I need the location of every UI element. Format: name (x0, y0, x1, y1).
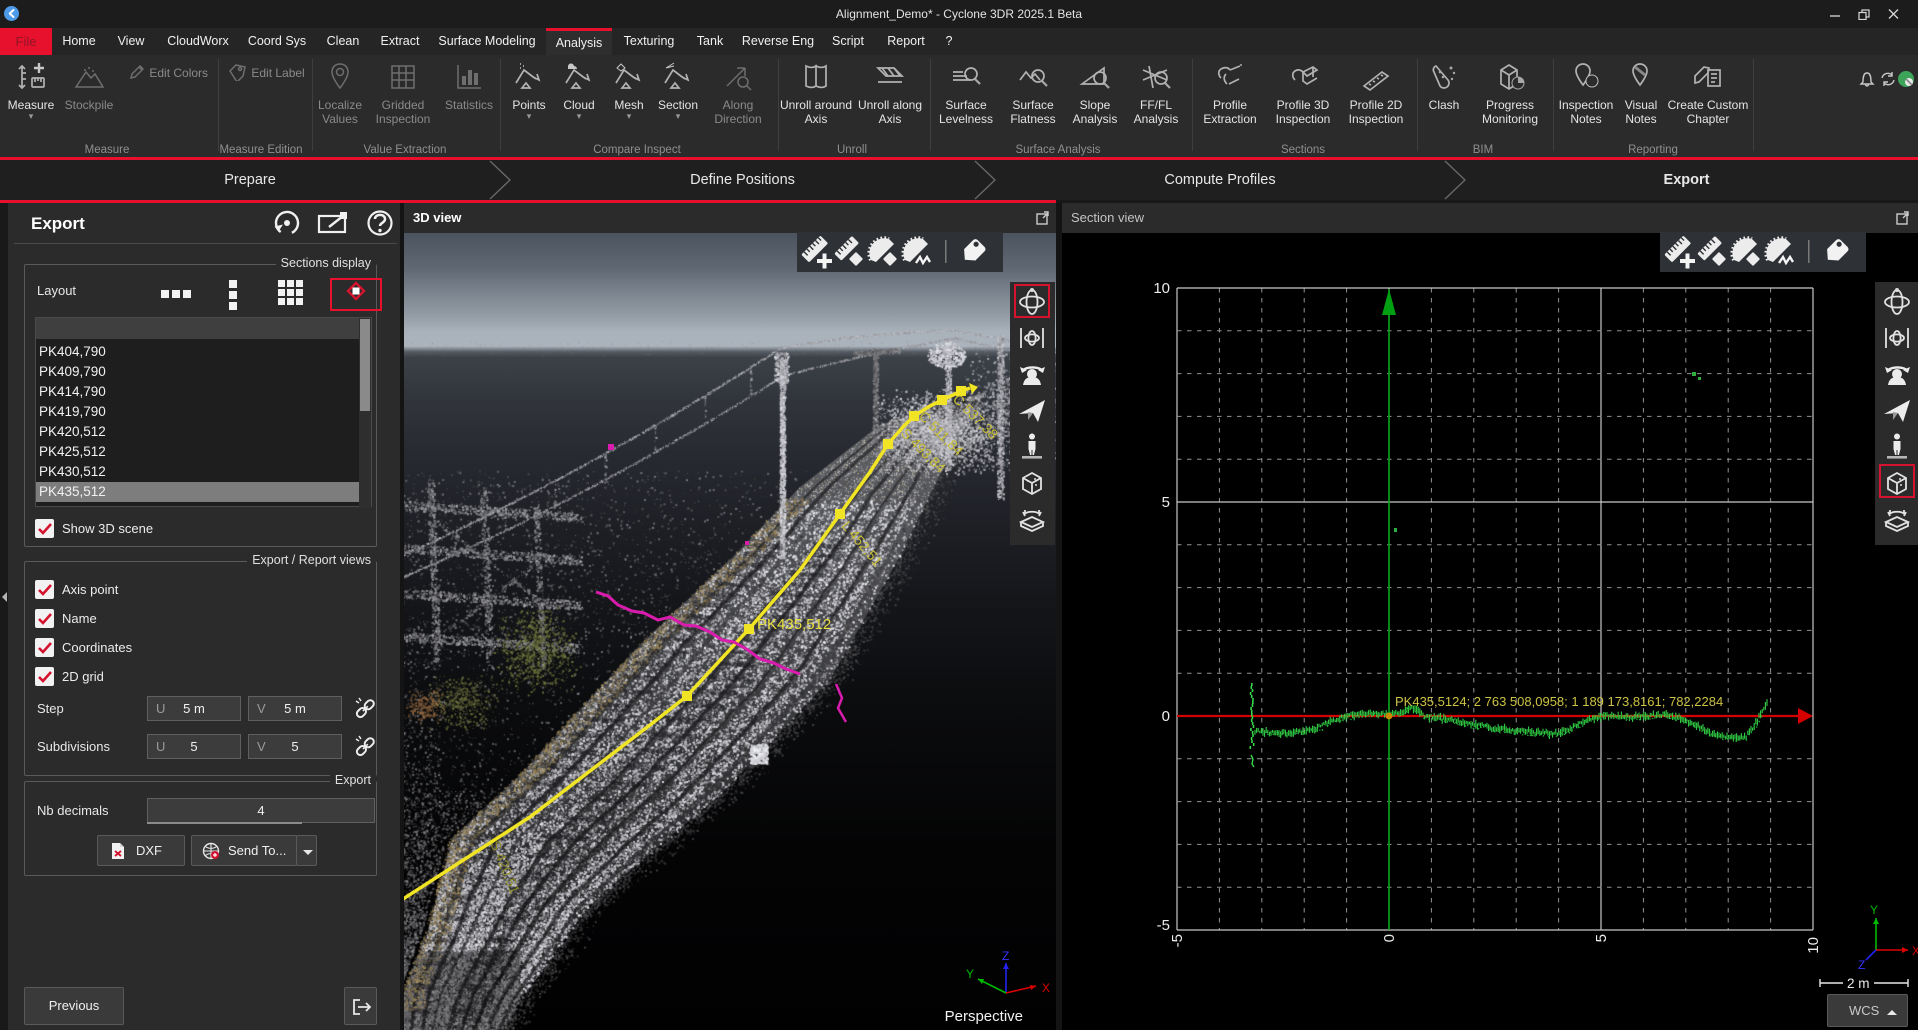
svg-text:C 537,38: C 537,38 (950, 391, 1002, 443)
svg-text:X: X (1042, 981, 1050, 995)
svg-text:10: 10 (1153, 280, 1170, 297)
svg-text:5: 5 (1162, 494, 1170, 511)
svg-text:-5: -5 (1169, 934, 1186, 947)
svg-text:5: 5 (1593, 934, 1610, 942)
svg-text:S 420,51: S 420,51 (487, 838, 523, 896)
svg-text:Z: Z (1002, 949, 1009, 963)
svg-text:2 m: 2 m (1847, 976, 1870, 991)
svg-text:PK435,512: PK435,512 (757, 616, 831, 633)
svg-text:L 452,51: L 452,51 (839, 518, 886, 570)
svg-text:X: X (1912, 944, 1918, 958)
svg-text:Y: Y (1870, 903, 1878, 917)
svg-text:Z: Z (1858, 958, 1865, 972)
svg-text:Y: Y (966, 967, 974, 981)
svg-text:0: 0 (1381, 934, 1398, 942)
svg-text:-5: -5 (1157, 917, 1170, 934)
svg-text:PK435,5124; 2 763 508,0958; 1: PK435,5124; 2 763 508,0958; 1 189 173,81… (1395, 694, 1723, 709)
svg-text:0: 0 (1162, 708, 1170, 725)
svg-text:10: 10 (1805, 937, 1822, 954)
